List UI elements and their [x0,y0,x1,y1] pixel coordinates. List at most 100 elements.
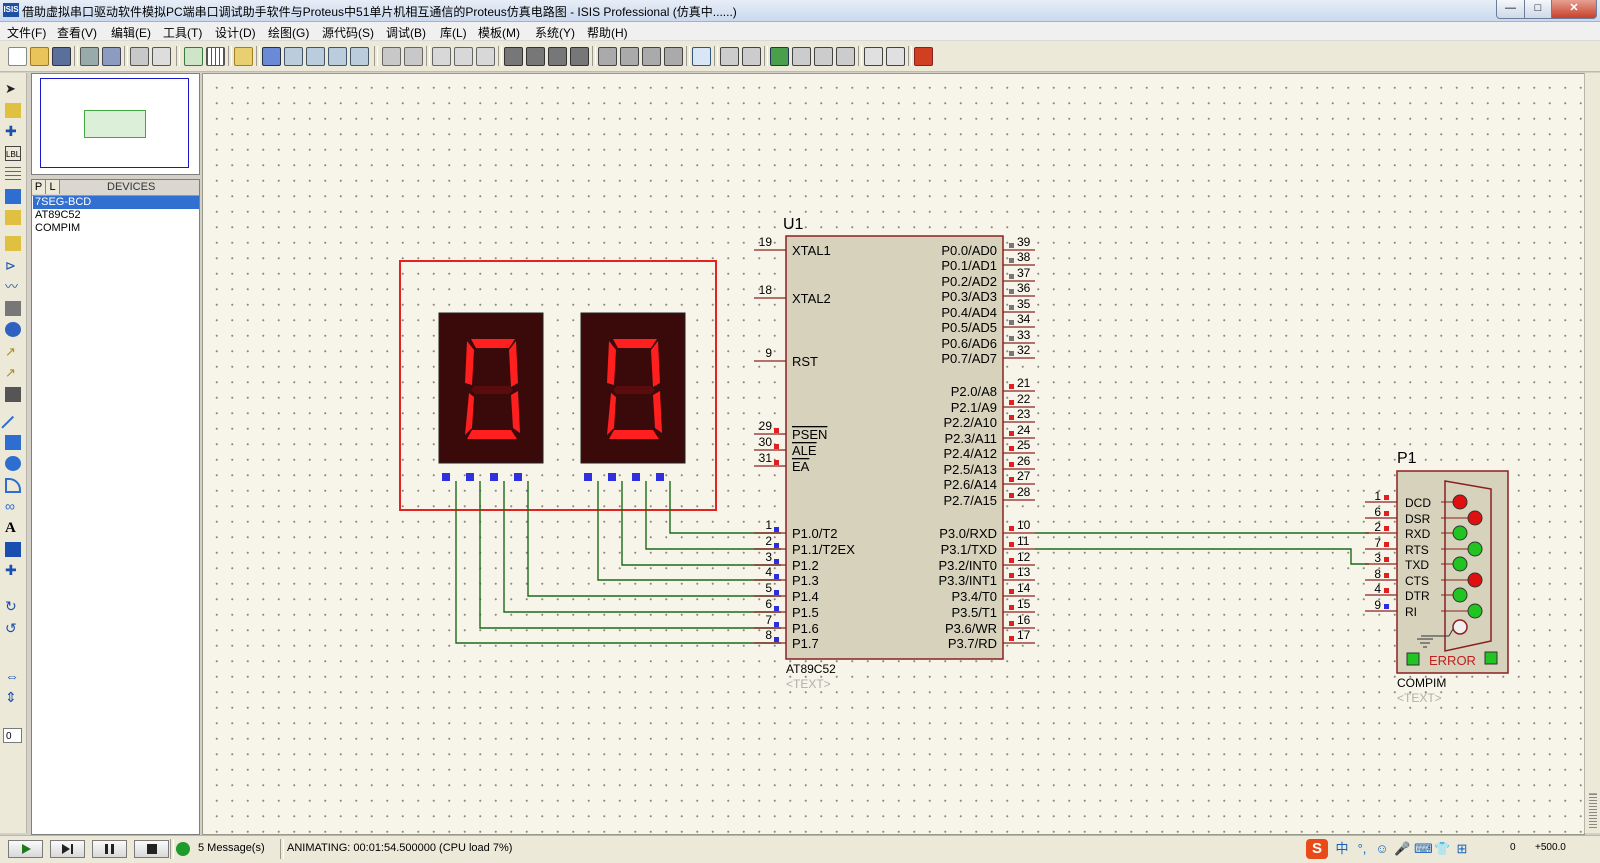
redo-icon[interactable] [404,47,423,66]
device-pins-icon[interactable]: ⊳ [5,258,21,273]
menu-edit[interactable]: 编辑(E) [111,24,151,41]
box-icon[interactable] [5,435,21,450]
pick-device-icon[interactable] [598,47,617,66]
print-area-icon[interactable] [152,47,171,66]
cut-icon[interactable] [432,47,451,66]
mirror-vertical-icon[interactable]: ⇕ [5,690,21,705]
device-item[interactable]: AT89C52 [33,209,199,222]
block-rotate-icon[interactable] [548,47,567,66]
maximize-button[interactable]: □ [1524,0,1552,19]
menu-help[interactable]: 帮助(H) [587,24,628,41]
menu-graph[interactable]: 绘图(G) [268,24,309,41]
symbol-icon[interactable] [5,542,21,557]
copy-icon[interactable] [454,47,473,66]
wire-autorouter-icon[interactable] [692,47,711,66]
circle-icon[interactable] [5,456,21,471]
property-tool-icon[interactable] [742,47,761,66]
marker-icon[interactable]: ✚ [5,563,21,578]
electrical-check-icon[interactable] [886,47,905,66]
import-icon[interactable] [80,47,99,66]
pause-button[interactable] [92,840,127,858]
remove-sheet-icon[interactable] [792,47,811,66]
ime-keyboard-icon[interactable]: ⌨ [1414,841,1433,857]
menu-source[interactable]: 源代码(S) [322,24,374,41]
library-manager-button[interactable]: L [46,180,60,194]
export-icon[interactable] [102,47,121,66]
packaging-tool-icon[interactable] [642,47,661,66]
zoom-in-icon[interactable] [284,47,303,66]
netlist-to-ares-icon[interactable] [914,47,933,66]
zoom-to-child-icon[interactable] [836,47,855,66]
rotate-clockwise-icon[interactable]: ↻ [5,599,21,614]
path-icon[interactable]: ∞ [5,499,21,514]
schematic-canvas[interactable]: U1 19 XTAL1 18 XTAL2 9 RST 29 PSEN 30 ALE 31 EA 1 P1.… [202,73,1585,835]
block-copy-icon[interactable] [504,47,523,66]
play-button[interactable] [8,840,43,858]
device-item[interactable]: COMPIM [33,222,199,235]
ime-toolbox-icon[interactable]: ⊞ [1454,841,1470,857]
open-file-icon[interactable] [30,47,49,66]
current-probe-icon[interactable]: ↗ [5,365,21,380]
exit-to-parent-icon[interactable] [814,47,833,66]
tape-recorder-icon[interactable] [5,301,21,316]
bus-icon[interactable] [5,189,21,204]
pan-icon[interactable] [262,47,281,66]
wire-label-icon[interactable]: LBL [5,146,21,161]
undo-icon[interactable] [382,47,401,66]
bill-of-materials-icon[interactable] [864,47,883,66]
selection-mode-icon[interactable]: ➤ [5,81,21,96]
minimize-button[interactable]: — [1496,0,1525,19]
component-mode-icon[interactable] [5,103,21,118]
menu-template[interactable]: 模板(M) [478,24,520,41]
menu-library[interactable]: 库(L) [440,24,467,41]
menu-file[interactable]: 文件(F) [7,24,46,41]
search-tag-icon[interactable] [720,47,739,66]
menu-debug[interactable]: 调试(B) [386,24,426,41]
sogou-ime-icon[interactable]: S [1306,839,1328,859]
ime-voice-icon[interactable]: 🎤 [1394,841,1410,857]
menu-design[interactable]: 设计(D) [215,24,256,41]
rotate-anticlockwise-icon[interactable]: ↺ [5,621,21,636]
terminals-icon[interactable] [5,236,21,251]
message-status-icon[interactable] [176,842,190,856]
ime-punctuation-mode[interactable]: °, [1354,841,1370,857]
vertical-scrollbar[interactable] [1584,73,1600,833]
step-button[interactable] [50,840,85,858]
arc-icon[interactable] [5,478,21,493]
close-button[interactable]: ✕ [1551,0,1597,19]
menu-tools[interactable]: 工具(T) [163,24,202,41]
device-item[interactable]: 7SEG-BCD [33,196,199,209]
save-icon[interactable] [52,47,71,66]
ime-emoji-icon[interactable]: ☺ [1374,841,1390,857]
new-file-icon[interactable] [8,47,27,66]
junction-dot-icon[interactable]: ✚ [5,124,21,139]
mirror-horizontal-icon[interactable]: ⇔ [5,669,21,684]
grid-icon[interactable] [206,47,225,66]
print-icon[interactable] [130,47,149,66]
menu-view[interactable]: 查看(V) [57,24,97,41]
decompose-icon[interactable] [664,47,683,66]
refresh-icon[interactable] [184,47,203,66]
menu-system[interactable]: 系统(Y) [535,24,575,41]
overview-window[interactable] [31,73,200,175]
graph-icon[interactable]: 〰 [5,279,21,294]
message-count[interactable]: 5 Message(s) [198,842,265,854]
scroll-grip[interactable] [1589,793,1597,828]
ime-chinese-mode[interactable]: 中 [1334,841,1350,857]
subcircuit-icon[interactable] [5,210,21,225]
zoom-all-icon[interactable] [328,47,347,66]
generator-icon[interactable] [5,322,21,337]
zoom-out-icon[interactable] [306,47,325,66]
new-sheet-icon[interactable] [770,47,789,66]
block-delete-icon[interactable] [570,47,589,66]
text-icon[interactable]: A [5,521,21,536]
make-device-icon[interactable] [620,47,639,66]
block-move-icon[interactable] [526,47,545,66]
paste-icon[interactable] [476,47,495,66]
text-script-icon[interactable] [5,167,21,182]
zoom-area-icon[interactable] [350,47,369,66]
voltage-probe-icon[interactable]: ↗ [5,344,21,359]
pick-devices-button[interactable]: P [32,180,46,194]
overview-viewport-frame[interactable] [40,78,189,168]
virtual-instruments-icon[interactable] [5,387,21,402]
